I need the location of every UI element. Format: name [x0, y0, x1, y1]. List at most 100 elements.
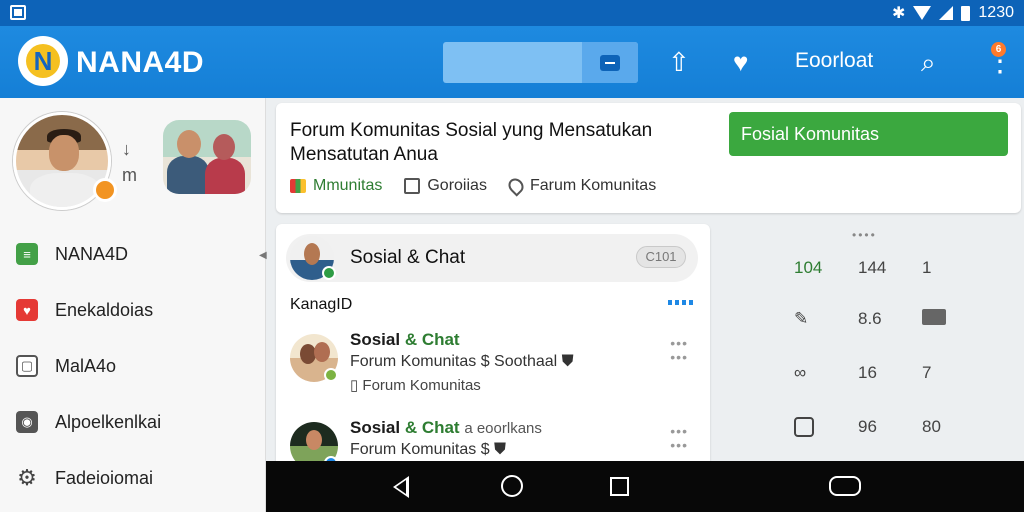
notification-badge: 6 [991, 42, 1006, 57]
app-bar: N NANA4D ⇧ ♥ Eoorloat ⌕ ⋮ 6 [0, 26, 1024, 98]
avatar-face [304, 243, 320, 265]
search-input[interactable] [443, 42, 638, 83]
sidebar-mini-controls[interactable]: ↓ m [122, 136, 137, 188]
edit-icon[interactable]: ✎ [794, 309, 808, 329]
message-title-part: Sosial [350, 330, 405, 349]
brand-logo[interactable]: N [18, 36, 68, 86]
avatar-face [49, 135, 79, 171]
sidebar-item-label: Alpoelkenlkai [55, 411, 162, 432]
recent-apps-icon[interactable] [610, 477, 629, 496]
stat-value: 7 [922, 363, 932, 382]
upload-icon[interactable]: ⇧ [668, 48, 690, 76]
location-pin-icon [505, 175, 527, 197]
chip-komunitas[interactable]: Mmunitas [290, 177, 382, 195]
bluetooth-icon: ✱ [892, 5, 906, 22]
komunitas-icon [290, 179, 306, 193]
stat-row: ∞ 16 7 [716, 363, 1024, 393]
chat-panel: Sosial & Chat C101 KanagID Sosial & Chat… [276, 224, 710, 464]
sidebar-item-nana4d[interactable]: ≡ NANA4D [0, 232, 266, 276]
media-chip [922, 309, 946, 325]
status-time: 1230 [978, 4, 1014, 21]
message-subtitle: Forum Komunitas $ ⛊ [350, 441, 507, 458]
sidebar-item-label: NANA4D [55, 243, 129, 264]
stat-row: ✎ 8.6 [716, 309, 1024, 339]
list-item[interactable]: Sosial & Chat a eoorlkans Forum Komunita… [288, 414, 698, 464]
message-title: Sosial & Chat [350, 330, 460, 350]
message-title-accent: & Chat [404, 418, 460, 437]
message-title-accent: & Chat [404, 330, 460, 349]
chat-icon: ♥ [16, 299, 38, 321]
sidebar: ↓ m ◀ ≡ NANA4D ♥ Enekaldoias ▢ MalA4o ◉ … [0, 98, 267, 512]
back-icon[interactable] [393, 476, 409, 498]
sidebar-item-enekaldoias[interactable]: ♥ Enekaldoias [0, 288, 266, 332]
stat-row: 96 80 [716, 417, 1024, 447]
sidebar-item-mala4o[interactable]: ▢ MalA4o [0, 344, 266, 388]
more-dots-icon[interactable]: ••• ••• [670, 424, 688, 452]
chip-label: Goroiias [427, 177, 487, 194]
message-title-part: Sosial [350, 418, 405, 437]
battery-icon [961, 5, 971, 21]
chat-header[interactable]: Sosial & Chat C101 [286, 234, 698, 282]
chip-label: Mmunitas [313, 177, 383, 194]
camera-icon: ◉ [16, 411, 38, 433]
list-icon: ≡ [16, 243, 38, 265]
heart-icon[interactable]: ♥ [733, 48, 748, 76]
status-icons: ✱ 1230 [892, 3, 1014, 23]
avatar-face [306, 430, 322, 450]
stat-row: 104 144 1 [716, 258, 1024, 288]
stats-panel: •••• 104 144 1 ✎ 8.6 ∞ 16 7 96 80 [716, 222, 1024, 462]
stat-value: 1 [922, 258, 932, 277]
status-bar: ✱ 1230 [0, 0, 1024, 26]
message-title: Sosial & Chat a eoorlkans [350, 418, 542, 438]
photo-person-1 [167, 156, 209, 194]
document-box [794, 417, 814, 437]
sidebar-item-alpoelkenlkai[interactable]: ◉ Alpoelkenlkai [0, 400, 266, 444]
stat-value: 8.6 [858, 309, 882, 328]
stat-value: 80 [922, 417, 941, 436]
app-bar-label[interactable]: Eoorloat [795, 49, 873, 73]
chat-title: Sosial & Chat [350, 247, 466, 268]
online-status-icon [322, 266, 336, 280]
menu-glyph-icon[interactable]: m [122, 162, 137, 188]
list-item[interactable]: Sosial & Chat Forum Komunitas $ Soothaal… [288, 326, 698, 400]
more-dots-icon[interactable]: ••• ••• [670, 336, 688, 364]
stat-value: 104 [794, 258, 823, 277]
search-icon[interactable]: ⌕ [921, 48, 936, 76]
chat-count-pill[interactable]: C101 [636, 246, 686, 268]
profile-photo-card[interactable] [163, 120, 251, 194]
chip-forum[interactable]: Farum Komunitas [505, 175, 657, 197]
photo-face-1 [177, 130, 201, 158]
message-subtitle-2: ▯ Forum Komunitas [350, 377, 481, 394]
avatar-status-badge [93, 178, 117, 202]
more-dots-icon[interactable] [668, 300, 694, 305]
message-subtitle: Forum Komunitas $ Soothaal ⛊ [350, 353, 574, 370]
arrow-down-icon[interactable]: ↓ [122, 136, 137, 162]
window-icon: ▢ [16, 355, 38, 377]
sidebar-item-label: Fadeioiomai [55, 467, 154, 488]
chip-groups[interactable]: Goroiias [404, 177, 487, 195]
link-icon[interactable]: ∞ [794, 363, 806, 383]
rotate-icon[interactable] [829, 476, 861, 496]
more-dots-icon[interactable]: •••• [852, 228, 877, 242]
play-badge-icon [324, 368, 338, 382]
app-window-icon [10, 5, 26, 20]
sidebar-item-label: MalA4o [55, 355, 117, 376]
social-community-button[interactable]: Fosial Komunitas [729, 112, 1008, 156]
chip-label: Farum Komunitas [529, 177, 657, 194]
media-icon[interactable] [922, 309, 946, 330]
signal-icon [939, 6, 954, 20]
logo-letter: N [26, 44, 60, 78]
message-title-extra: a eoorlkans [464, 420, 542, 437]
photo-person-2 [205, 158, 245, 194]
stat-value: 144 [858, 258, 887, 277]
avatar-face [314, 342, 330, 362]
system-nav-bar [266, 461, 1024, 512]
document-icon[interactable] [794, 417, 814, 442]
avatar-body [30, 173, 100, 207]
home-icon[interactable] [501, 475, 523, 497]
community-header-card: Forum Komunitas Sosial yung Mensatukan M… [276, 103, 1021, 213]
search-submit-button[interactable] [582, 42, 638, 83]
sidebar-item-fadeioiomai[interactable]: ⚙ Fadeioiomai [0, 456, 266, 500]
page-title: Forum Komunitas Sosial yung Mensatukan M… [290, 120, 653, 165]
checkbox-icon [404, 178, 421, 194]
